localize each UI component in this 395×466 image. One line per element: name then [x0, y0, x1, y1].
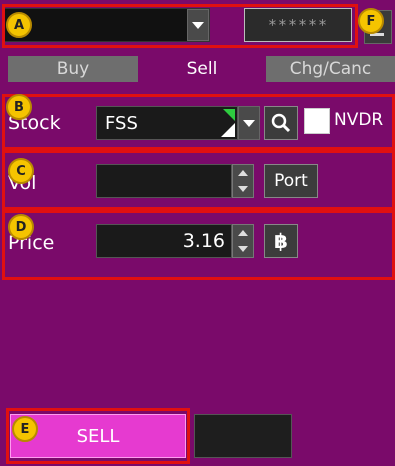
annotation-frame-b: [2, 94, 395, 150]
annotation-frame-a: [2, 4, 358, 48]
tab-sell[interactable]: Sell: [140, 56, 264, 82]
marker-e: E: [12, 416, 38, 442]
annotation-frame-c: [2, 150, 395, 210]
tab-buy[interactable]: Buy: [8, 56, 138, 82]
marker-d: D: [8, 214, 34, 240]
marker-b: B: [6, 94, 32, 120]
annotation-frame-d: [2, 210, 395, 280]
marker-f: F: [358, 8, 384, 34]
marker-c: C: [8, 158, 34, 184]
marker-a: A: [6, 12, 32, 38]
tab-change-cancel[interactable]: Chg/Canc: [266, 56, 395, 82]
secondary-action-box[interactable]: [194, 414, 292, 458]
